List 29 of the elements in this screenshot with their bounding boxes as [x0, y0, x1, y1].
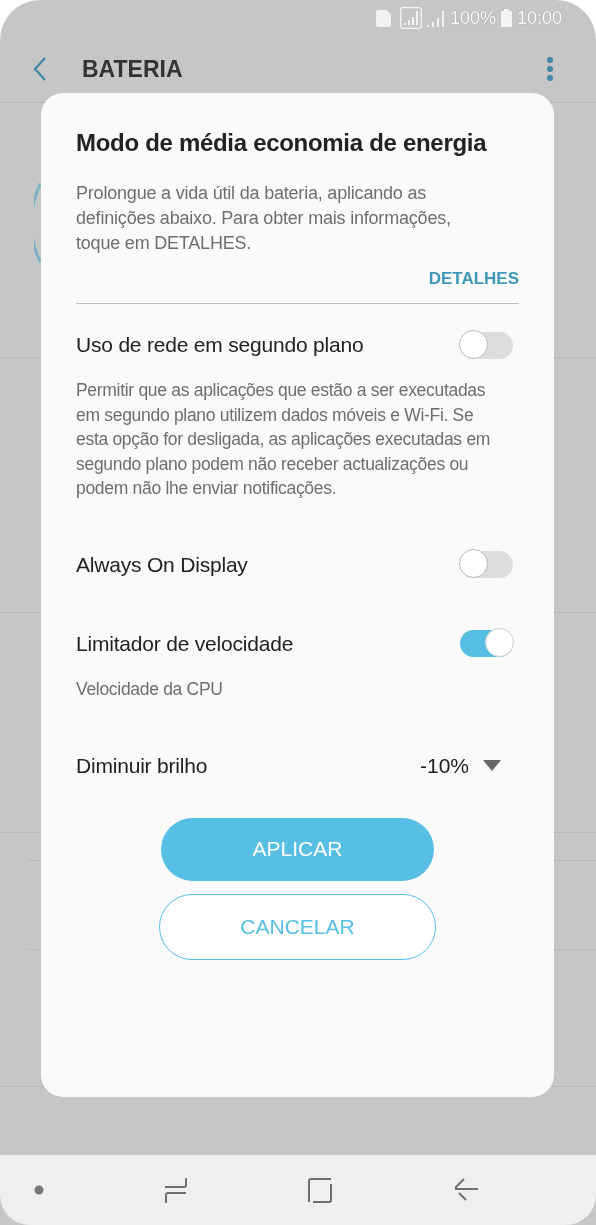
back-icon[interactable] — [33, 56, 47, 82]
dialog-title: Modo de média economia de energia — [76, 129, 488, 157]
toggle-switch[interactable] — [460, 551, 513, 579]
details-link[interactable]: DETALHES — [428, 269, 519, 289]
home-icon[interactable] — [307, 1177, 334, 1203]
dropdown-arrow-icon — [483, 760, 501, 772]
brightness-dropdown[interactable]: -10% — [419, 753, 501, 778]
clock: 10:00 — [516, 7, 562, 29]
option-label: Diminuir brilho — [76, 753, 208, 778]
toggle-switch[interactable] — [460, 331, 513, 359]
recent-apps-icon[interactable] — [163, 1176, 188, 1204]
more-options-icon[interactable] — [546, 56, 554, 82]
cancel-button[interactable]: CANCELAR — [159, 893, 436, 960]
signal-icon — [399, 7, 422, 29]
signal-icon — [426, 9, 445, 27]
sim-card-icon — [375, 9, 391, 27]
page-title: BATERIA — [82, 55, 183, 83]
battery-icon — [500, 9, 512, 27]
option-description: Permitir que as aplicações que estão a ser executadas em segundo plano utilizem dados móveis e Wi-Fi. Se esta opção for desligada, as aplicações executadas em segundo plano podem não receber actualizações ou podem não lhe enviar notificações. — [76, 379, 492, 501]
toggle-switch[interactable] — [460, 630, 513, 658]
apply-button[interactable]: APLICAR — [161, 817, 434, 881]
option-description: Velocidade da CPU — [76, 677, 224, 701]
option-label: Always On Display — [76, 552, 248, 577]
back-icon[interactable] — [452, 1177, 479, 1203]
option-label: Limitador de velocidade — [76, 631, 294, 656]
dialog-description: Prolongue a vida útil da bateria, aplicando as definições abaixo. Para obter mais informações, toque em DETALHES. — [76, 182, 452, 255]
battery-percent: 100% — [449, 7, 496, 29]
dot-icon[interactable] — [34, 1185, 44, 1195]
option-label: Uso de rede em segundo plano — [76, 333, 364, 357]
